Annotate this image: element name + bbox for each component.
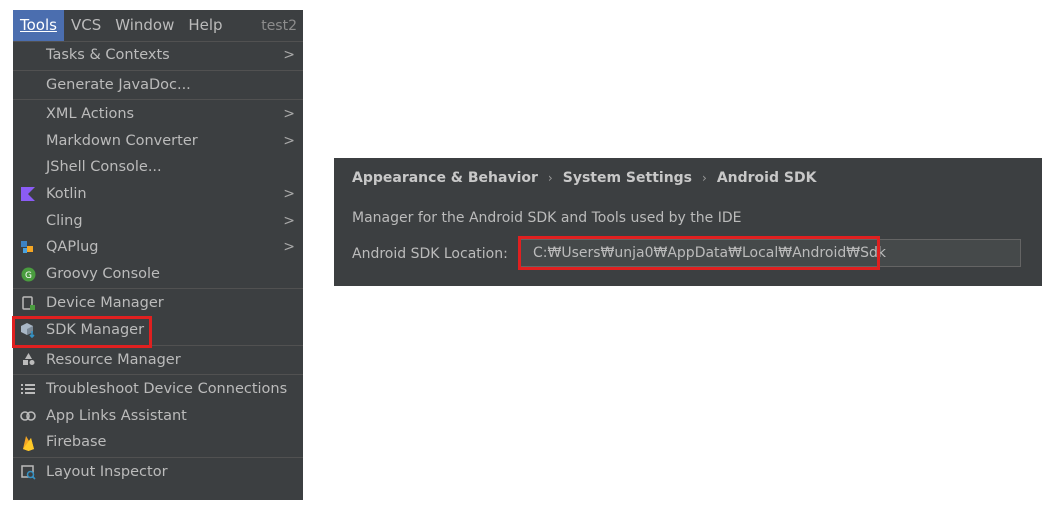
menu-bar: Tools VCS Window Help test2 (13, 10, 303, 42)
menu-item-label: QAPlug (46, 239, 99, 256)
chevron-right-icon: > (283, 47, 295, 63)
menu-item-label: Layout Inspector (46, 463, 168, 480)
firebase-icon (19, 429, 37, 456)
menu-item-label: Groovy Console (46, 265, 160, 282)
menu-item-label: Troubleshoot Device Connections (46, 381, 288, 398)
chevron-right-icon: › (702, 171, 707, 185)
menu-item-label: Generate JavaDoc... (46, 76, 191, 93)
menu-item-label: Resource Manager (46, 351, 181, 368)
menu-item-qaplug[interactable]: QAPlug > (13, 234, 303, 261)
troubleshoot-icon (19, 376, 37, 403)
menu-item-label: Firebase (46, 434, 107, 451)
menu-item-label: Device Manager (46, 295, 164, 312)
menu-item-label: Cling (46, 212, 83, 229)
chevron-right-icon: › (547, 171, 553, 185)
sdk-location-highlight (518, 236, 880, 270)
project-title: test2 (261, 17, 297, 34)
android-sdk-settings-panel: Appearance & Behavior › System Settings … (334, 158, 1042, 286)
menu-item-device-manager[interactable]: Device Manager (13, 290, 303, 317)
menu-separator (13, 456, 303, 458)
chevron-right-icon: > (283, 185, 295, 202)
menu-separator (13, 69, 303, 71)
chevron-right-icon: > (283, 106, 295, 123)
menu-tools[interactable]: Tools (13, 10, 64, 41)
breadcrumb-android-sdk: Android SDK (716, 170, 817, 186)
menu-item-label: Tasks & Contexts (46, 47, 170, 63)
menu-item-firebase[interactable]: Firebase (13, 429, 303, 456)
menu-item-tasks-contexts[interactable]: Tasks & Contexts > (13, 42, 303, 69)
menu-item-label: XML Actions (46, 106, 135, 123)
sdk-location-label: Android SDK Location: (352, 246, 508, 262)
qaplug-icon (19, 234, 37, 261)
menu-item-groovy-console[interactable]: G Groovy Console (13, 261, 303, 288)
link-icon (19, 403, 37, 430)
menu-help[interactable]: Help (181, 10, 229, 41)
menu-item-markdown-converter[interactable]: Markdown Converter > (13, 128, 303, 155)
menu-window[interactable]: Window (108, 10, 181, 41)
menu-item-layout-inspector[interactable]: Layout Inspector (13, 459, 303, 486)
menu-separator (13, 288, 303, 290)
chevron-right-icon: > (283, 132, 295, 149)
kotlin-icon (19, 181, 37, 208)
menu-item-cling[interactable]: Cling > (13, 208, 303, 235)
layout-inspector-icon (19, 459, 37, 486)
menu-item-kotlin[interactable]: Kotlin > (13, 181, 303, 208)
menu-item-label: Kotlin (46, 185, 87, 202)
menu-item-label: Markdown Converter (46, 132, 198, 149)
breadcrumb-system-settings[interactable]: System Settings (563, 170, 692, 186)
menu-item-generate-javadoc[interactable]: Generate JavaDoc... (13, 72, 303, 99)
tools-menu-panel: Tools VCS Window Help test2 Tasks & Cont… (13, 10, 303, 500)
menu-item-label: App Links Assistant (46, 407, 187, 424)
menu-item-xml-actions[interactable]: XML Actions > (13, 101, 303, 128)
chevron-right-icon: > (283, 212, 295, 229)
svg-text:G: G (25, 271, 32, 281)
menu-item-label: JShell Console... (46, 159, 162, 176)
breadcrumb-appearance-behavior[interactable]: Appearance & Behavior (352, 170, 538, 186)
menu-separator (13, 99, 303, 101)
breadcrumb: Appearance & Behavior › System Settings … (352, 168, 816, 188)
menu-vcs[interactable]: VCS (64, 10, 108, 41)
menu-item-resource-manager[interactable]: Resource Manager (13, 347, 303, 374)
tools-dropdown: Tasks & Contexts > Generate JavaDoc... X… (13, 42, 303, 486)
menu-item-troubleshoot[interactable]: Troubleshoot Device Connections (13, 376, 303, 403)
sdk-description: Manager for the Android SDK and Tools us… (352, 210, 742, 226)
menu-item-app-links-assistant[interactable]: App Links Assistant (13, 403, 303, 430)
menu-item-jshell-console[interactable]: JShell Console... (13, 154, 303, 181)
resource-manager-icon (19, 347, 37, 374)
menu-separator (13, 374, 303, 376)
sdk-manager-highlight (12, 316, 152, 348)
device-manager-icon (19, 290, 37, 317)
groovy-icon: G (19, 261, 37, 288)
chevron-right-icon: > (283, 239, 295, 256)
